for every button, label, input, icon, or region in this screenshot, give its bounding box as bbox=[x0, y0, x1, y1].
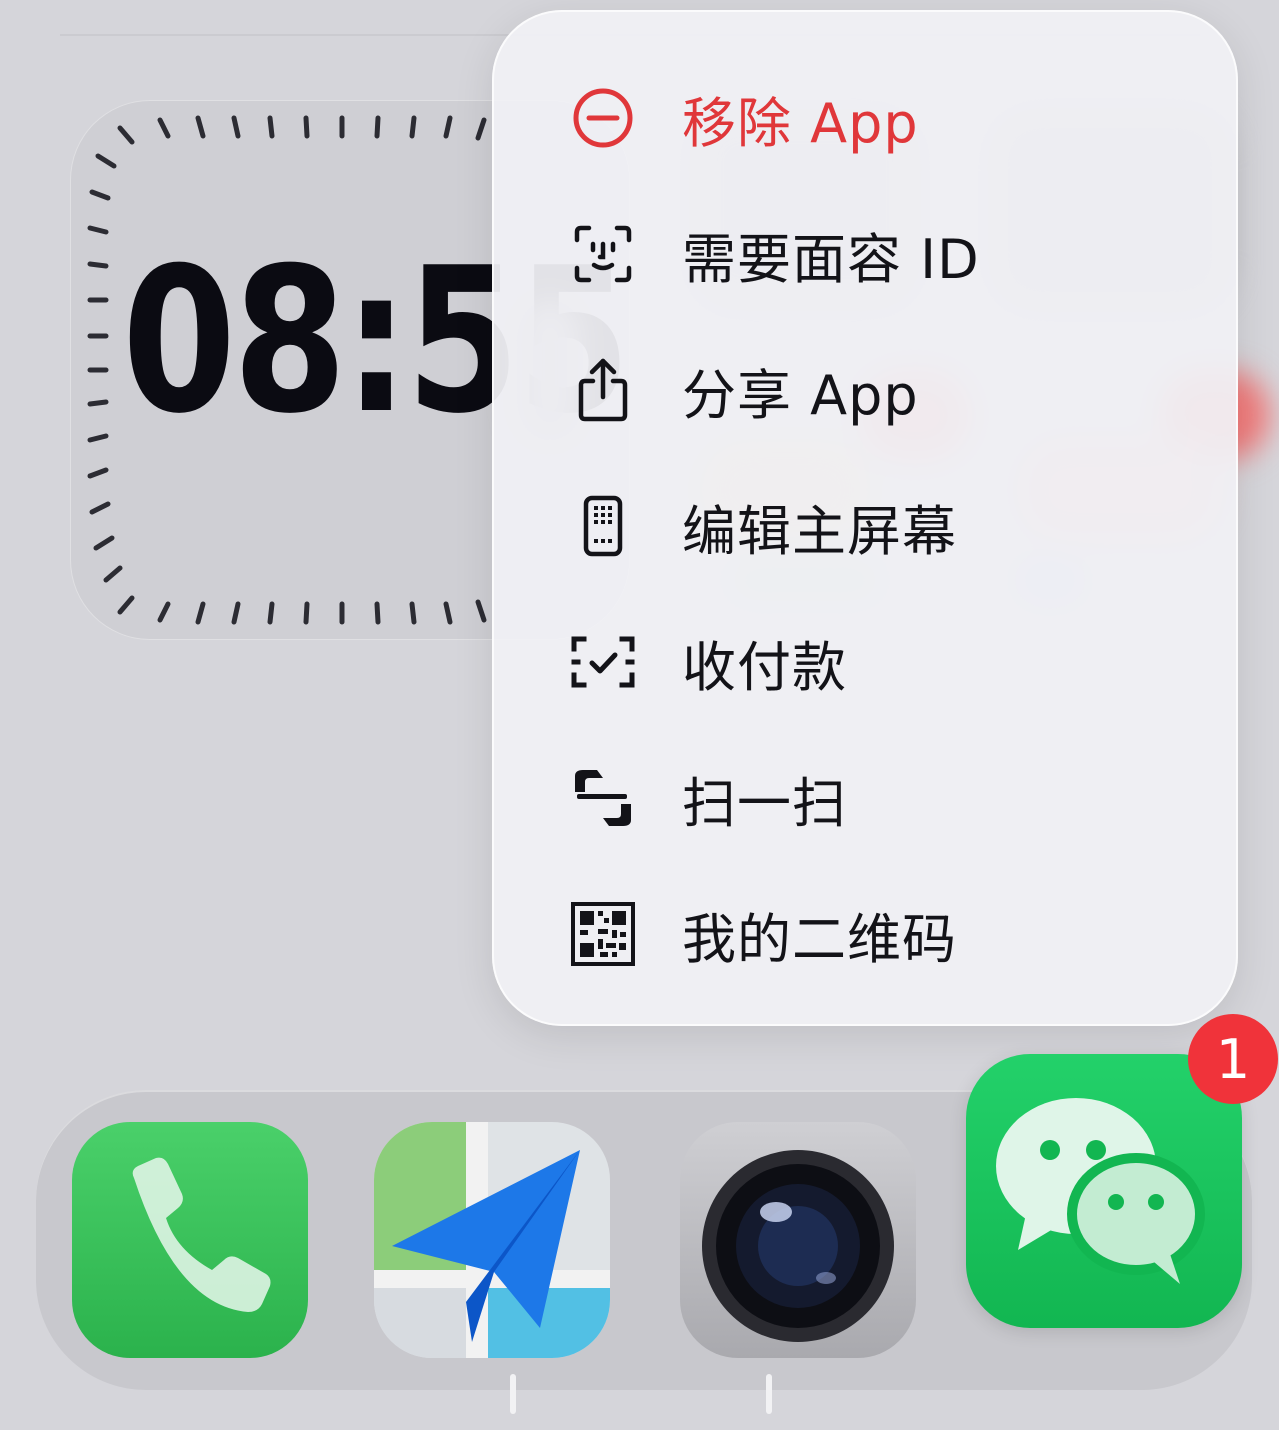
menu-item-my-qr-code[interactable]: 我的二维码 bbox=[492, 866, 1238, 1002]
menu-item-scan[interactable]: 扫一扫 bbox=[492, 730, 1238, 866]
menu-item-label: 编辑主屏幕 bbox=[682, 499, 957, 563]
menu-item-remove-app[interactable]: 移除 App bbox=[492, 50, 1238, 186]
camera-lens-icon bbox=[702, 1150, 894, 1342]
notification-badge: 1 bbox=[1188, 1014, 1278, 1104]
share-icon bbox=[562, 349, 644, 431]
qr-code-icon bbox=[562, 893, 644, 975]
phone-grid-icon bbox=[562, 485, 644, 567]
camera-app[interactable] bbox=[680, 1122, 916, 1358]
menu-item-share-app[interactable]: 分享 App bbox=[492, 322, 1238, 458]
wechat-bubbles-icon bbox=[996, 1098, 1205, 1284]
maps-app[interactable] bbox=[374, 1122, 610, 1358]
menu-item-require-face-id[interactable]: 需要面容 ID bbox=[492, 186, 1238, 322]
minus-circle-icon bbox=[562, 77, 644, 159]
menu-item-label: 扫一扫 bbox=[682, 771, 847, 835]
menu-item-label: 移除 App bbox=[682, 91, 919, 155]
menu-item-label: 分享 App bbox=[682, 363, 919, 427]
payment-scan-icon bbox=[562, 621, 644, 703]
face-id-icon bbox=[562, 213, 644, 295]
menu-item-payment[interactable]: 收付款 bbox=[492, 594, 1238, 730]
phone-app[interactable] bbox=[72, 1122, 308, 1358]
scan-icon bbox=[562, 757, 644, 839]
menu-item-label: 收付款 bbox=[682, 635, 847, 699]
menu-item-edit-home-screen[interactable]: 编辑主屏幕 bbox=[492, 458, 1238, 594]
menu-item-label: 我的二维码 bbox=[682, 907, 957, 971]
page-indicator bbox=[510, 1374, 516, 1414]
page-indicator bbox=[766, 1374, 772, 1414]
menu-item-label: 需要面容 ID bbox=[682, 227, 980, 291]
paper-plane-map-icon bbox=[374, 1122, 610, 1358]
wechat-app[interactable] bbox=[966, 1054, 1242, 1328]
app-context-menu: 移除 App 需要面容 ID 分享 App 编辑主屏幕 收付款 扫一扫 我的二维… bbox=[492, 10, 1238, 1026]
phone-icon bbox=[132, 1157, 271, 1312]
